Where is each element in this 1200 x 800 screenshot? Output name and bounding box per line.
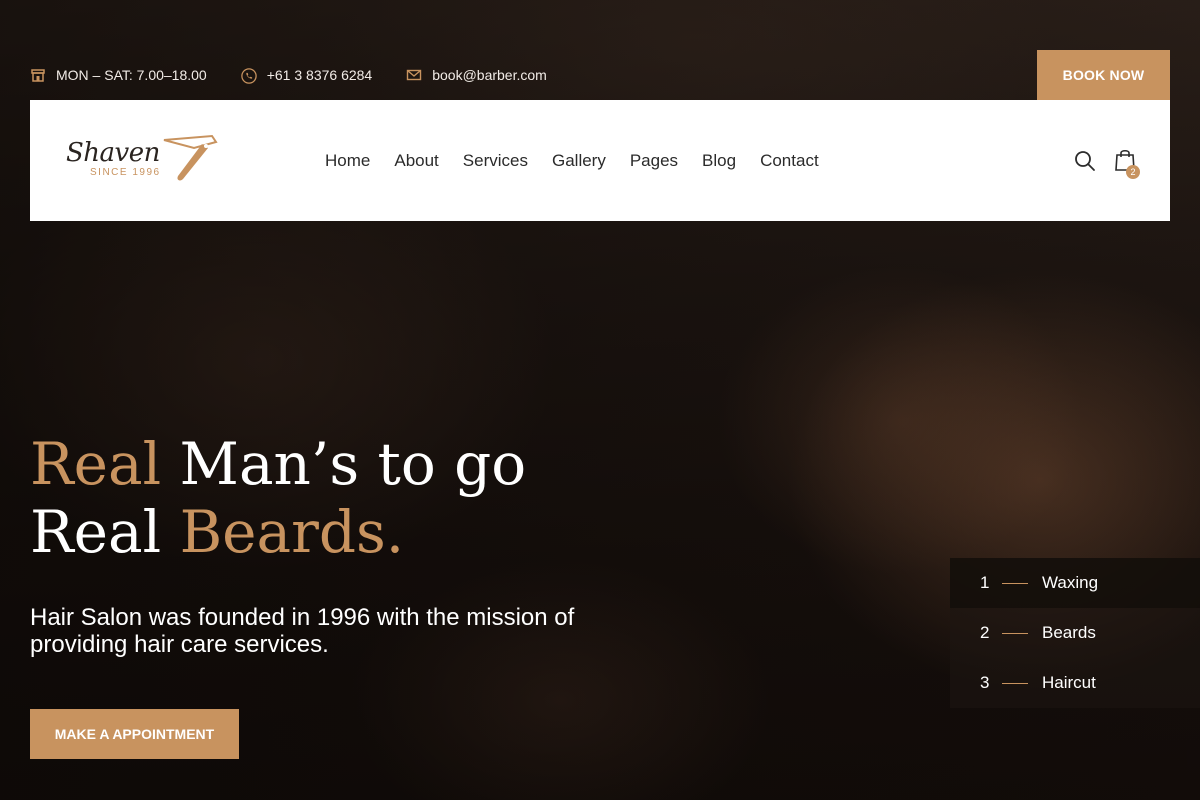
nav-gallery[interactable]: Gallery xyxy=(552,151,606,171)
slide-item-haircut[interactable]: 3 Haircut xyxy=(950,658,1200,708)
slide-divider xyxy=(1002,632,1028,634)
opening-hours-text: MON – SAT: 7.00–18.00 xyxy=(56,67,207,83)
mail-icon xyxy=(406,67,422,83)
slide-item-beards[interactable]: 2 Beards xyxy=(950,608,1200,658)
cart-button[interactable]: 2 xyxy=(1114,148,1142,179)
shop-icon xyxy=(30,67,46,83)
search-icon[interactable] xyxy=(1074,150,1096,172)
opening-hours: MON – SAT: 7.00–18.00 xyxy=(30,67,207,83)
slide-divider xyxy=(1002,582,1028,584)
headline-line-1: Real Man’s to go xyxy=(30,430,526,498)
main-header: Shaven SINCE 1996 Home About Services Ga… xyxy=(30,100,1170,221)
nav-about[interactable]: About xyxy=(394,151,438,171)
phone-icon xyxy=(240,67,257,84)
main-navigation: Home About Services Gallery Pages Blog C… xyxy=(325,100,819,221)
email-address: book@barber.com xyxy=(432,67,547,83)
headline-accent-1: Real xyxy=(30,430,162,498)
headline-start-2: Real xyxy=(30,498,180,566)
make-appointment-button[interactable]: MAKE A APPOINTMENT xyxy=(30,709,239,759)
nav-blog[interactable]: Blog xyxy=(702,151,736,171)
slide-label: Haircut xyxy=(1042,673,1096,692)
headline-line-2: Real Beards. xyxy=(30,498,526,566)
slide-number: 1 xyxy=(980,573,990,592)
slide-number: 3 xyxy=(980,673,990,692)
hero-headline: Real Man’s to go Real Beards. xyxy=(30,430,526,566)
slide-label: Waxing xyxy=(1042,573,1099,592)
slide-divider xyxy=(1002,682,1028,684)
email-contact[interactable]: book@barber.com xyxy=(406,67,547,83)
logo[interactable]: Shaven SINCE 1996 xyxy=(66,134,226,186)
razor-icon xyxy=(162,134,222,189)
phone-contact[interactable]: +61 3 8376 6284 xyxy=(240,67,373,84)
cart-count-badge: 2 xyxy=(1126,165,1140,179)
slide-item-waxing[interactable]: 1 Waxing xyxy=(950,558,1200,608)
logo-name: Shaven xyxy=(66,138,160,168)
nav-pages[interactable]: Pages xyxy=(630,151,678,171)
slide-label: Beards xyxy=(1042,623,1096,642)
nav-home[interactable]: Home xyxy=(325,151,370,171)
nav-contact[interactable]: Contact xyxy=(760,151,819,171)
slide-number: 2 xyxy=(980,623,990,642)
logo-since: SINCE 1996 xyxy=(90,167,161,178)
top-info-bar: MON – SAT: 7.00–18.00 +61 3 8376 6284 bo… xyxy=(30,50,1170,100)
phone-number: +61 3 8376 6284 xyxy=(266,67,373,83)
nav-services[interactable]: Services xyxy=(463,151,528,171)
headline-accent-2: Beards. xyxy=(179,498,405,566)
headline-rest-1: Man’s to go xyxy=(161,430,527,498)
book-now-button[interactable]: BOOK NOW xyxy=(1037,50,1170,100)
slide-selector: 1 Waxing 2 Beards 3 Haircut xyxy=(950,558,1200,708)
hero-subtext: Hair Salon was founded in 1996 with the … xyxy=(30,604,575,658)
